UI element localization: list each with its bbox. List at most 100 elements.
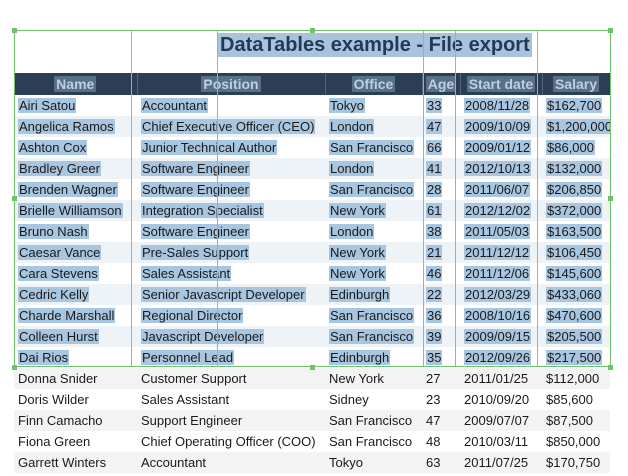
- table-row[interactable]: Bradley Greer Software Engineer London 41 20…: [14, 158, 610, 179]
- cell-age: 66: [426, 140, 443, 155]
- cell-age: 28: [426, 182, 443, 197]
- cell-start-date: 2012/10/13: [460, 158, 542, 179]
- cell-office: San Francisco: [329, 308, 415, 323]
- cell-office: San Francisco: [325, 410, 422, 431]
- table-row[interactable]: Cedric Kelly Senior Javascript Developer E…: [14, 284, 610, 305]
- cell-salary: $206,850: [546, 182, 603, 197]
- table-row[interactable]: Ashton Cox Junior Technical Author San Fra…: [14, 137, 610, 158]
- cell-position: Junior Technical Author: [141, 140, 278, 155]
- cell-office: San Francisco: [325, 326, 422, 347]
- cell-start-date: 2011/06/07: [464, 182, 531, 197]
- table-row[interactable]: Doris Wilder Sales Assistant Sidney 23 2010/…: [14, 389, 610, 410]
- cell-start-date: 2008/11/28: [464, 98, 531, 113]
- cell-age: 48: [426, 434, 441, 449]
- cell-position: Sales Assistant: [141, 266, 232, 281]
- cell-salary: $850,000: [546, 434, 601, 449]
- cell-name: Cara Stevens: [18, 266, 99, 281]
- cell-position: Customer Support: [137, 368, 325, 389]
- cell-position: Accountant: [137, 452, 325, 473]
- table-row[interactable]: Colleen Hurst Javascript Developer San Fra…: [14, 326, 610, 347]
- cell-salary: $205,500: [542, 326, 610, 347]
- cell-office: San Francisco: [329, 182, 415, 197]
- table-row[interactable]: Brenden Wagner Software Engineer San Franc…: [14, 179, 610, 200]
- table-row[interactable]: Finn Camacho Support Engineer San Francisc…: [14, 410, 610, 431]
- cell-start-date: 2009/01/12: [464, 140, 532, 155]
- cell-start-date: 2010/09/20: [464, 392, 530, 407]
- cell-age: 39: [422, 326, 460, 347]
- cell-position: Software Engineer: [137, 158, 325, 179]
- cell-office: London: [325, 158, 422, 179]
- cell-name: Colleen Hurst: [14, 326, 137, 347]
- cell-salary: $470,600: [546, 308, 603, 323]
- column-header-position[interactable]: Position: [137, 73, 326, 95]
- cell-start-date: 2010/03/11: [464, 434, 529, 449]
- table-row[interactable]: Charde Marshall Regional Director San Fran…: [14, 305, 610, 326]
- table-row[interactable]: Brielle Williamson Integration Specialist…: [14, 200, 610, 221]
- table-row[interactable]: Dai Rios Personnel Lead Edinburgh 35 2012/09…: [14, 347, 610, 368]
- cell-salary: $1,200,000: [542, 116, 610, 137]
- cell-start-date: 2012/03/29: [460, 284, 542, 305]
- cell-position: Chief Operating Officer (COO): [141, 434, 316, 449]
- cell-office: San Francisco: [329, 434, 413, 449]
- table-row[interactable]: Cara Stevens Sales Assistant New York 46 201…: [14, 263, 610, 284]
- cell-office: New York: [325, 368, 422, 389]
- cell-start-date: 2009/07/07: [460, 410, 542, 431]
- cell-office: New York: [329, 266, 386, 281]
- cell-name: Donna Snider: [14, 368, 137, 389]
- column-header-age[interactable]: Age: [422, 73, 461, 95]
- cell-salary: $112,000: [542, 368, 610, 389]
- cell-name: Brielle Williamson: [14, 200, 137, 221]
- cell-name: Fiona Green: [18, 434, 91, 449]
- cell-age: 27: [422, 368, 460, 389]
- table-row[interactable]: Garrett Winters Accountant Tokyo 63 2011/07/…: [14, 452, 610, 473]
- table-row[interactable]: Caesar Vance Pre-Sales Support New York 21 2…: [14, 242, 610, 263]
- cell-office: London: [325, 116, 422, 137]
- cell-position: Chief Executive Officer (CEO): [137, 116, 325, 137]
- cell-position: Personnel Lead: [141, 350, 235, 365]
- cell-salary: $163,500: [546, 224, 603, 239]
- cell-position: Sales Assistant: [141, 392, 230, 407]
- cell-office: San Francisco: [329, 140, 415, 155]
- cell-office: Edinburgh: [325, 284, 422, 305]
- cell-name: Dai Rios: [18, 350, 70, 365]
- table-header: Name Position Office Age Start date Sala…: [14, 73, 611, 95]
- cell-salary: $145,600: [546, 266, 603, 281]
- cell-name: Charde Marshall: [18, 308, 116, 323]
- cell-name: Bruno Nash: [18, 224, 89, 239]
- column-header-start-date[interactable]: Start date: [460, 73, 543, 95]
- cell-start-date: 2009/09/15: [460, 326, 542, 347]
- cell-salary: $217,500: [546, 350, 603, 365]
- cell-salary: $86,000: [546, 140, 595, 155]
- cell-start-date: 2008/10/16: [464, 308, 532, 323]
- cell-start-date: 2012/09/26: [464, 350, 532, 365]
- cell-salary: $433,060: [542, 284, 610, 305]
- table-row[interactable]: Donna Snider Customer Support New York 27 20…: [14, 368, 610, 389]
- column-header-name[interactable]: Name: [14, 73, 138, 95]
- cell-position: Senior Javascript Developer: [137, 284, 325, 305]
- table-row[interactable]: Angelica Ramos Chief Executive Officer (C…: [14, 116, 610, 137]
- cell-start-date: 2009/10/09: [460, 116, 542, 137]
- table-row[interactable]: Fiona Green Chief Operating Officer (COO)…: [14, 431, 610, 452]
- page-header: DataTables example - File export: [0, 33, 628, 59]
- column-header-salary[interactable]: Salary: [542, 73, 611, 95]
- cell-salary: $85,600: [546, 392, 593, 407]
- cell-name: Doris Wilder: [18, 392, 89, 407]
- cell-salary: $170,750: [542, 452, 610, 473]
- data-table: Name Position Office Age Start date Sala…: [14, 73, 611, 473]
- cell-office: Sidney: [329, 392, 369, 407]
- table-row[interactable]: Airi Satou Accountant Tokyo 33 2008/11/28 $16…: [14, 95, 610, 116]
- column-header-office[interactable]: Office: [325, 73, 423, 95]
- cell-start-date: 2012/12/02: [460, 200, 542, 221]
- cell-start-date: 2011/12/06: [464, 266, 531, 281]
- cell-start-date: 2011/07/25: [460, 452, 542, 473]
- cell-age: 63: [422, 452, 460, 473]
- cell-start-date: 2011/12/12: [460, 242, 542, 263]
- cell-position: Accountant: [141, 98, 209, 113]
- cell-age: 46: [426, 266, 443, 281]
- cell-name: Caesar Vance: [14, 242, 137, 263]
- cell-age: 23: [426, 392, 441, 407]
- cell-name: Airi Satou: [18, 98, 77, 113]
- cell-age: 33: [426, 98, 443, 113]
- cell-start-date: 2011/05/03: [464, 224, 531, 239]
- table-row[interactable]: Bruno Nash Software Engineer London 38 2011/…: [14, 221, 610, 242]
